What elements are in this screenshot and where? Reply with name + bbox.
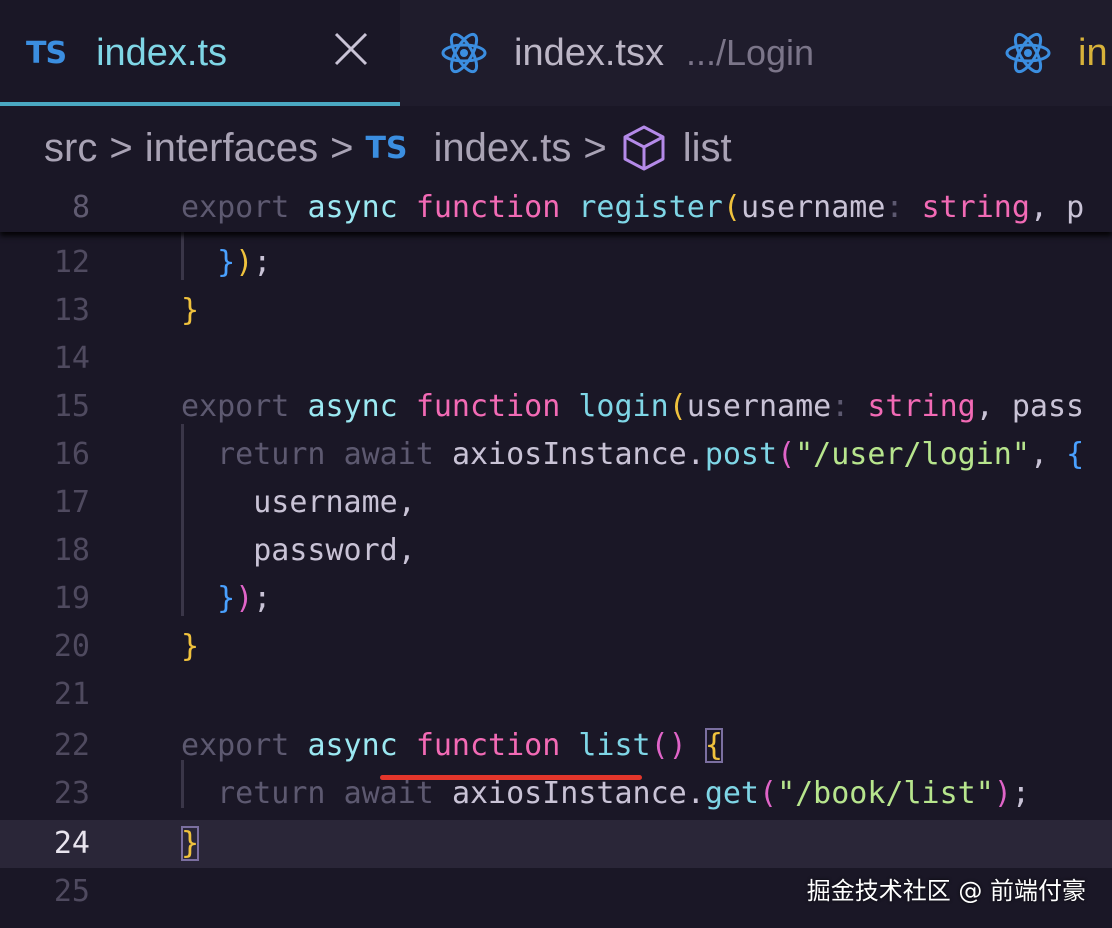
line-number: 13 [53,293,90,328]
code-row[interactable]: 14 [0,335,1112,383]
tab-description: .../Login [685,32,815,73]
code-row[interactable]: 17 username, [0,479,1112,527]
line-number: 16 [53,437,90,472]
annotation-underline [380,775,642,780]
close-icon[interactable] [330,28,372,70]
watermark: 掘金技术社区 @ 前端付豪 [806,877,1086,905]
code-line: export async function login(username: st… [181,389,1085,424]
typescript-icon: TS [365,130,408,166]
react-icon [1005,32,1051,74]
breadcrumb: src > interfaces > TS index.ts > list [44,120,732,176]
code-row[interactable]: 19 }); [0,575,1112,623]
tab-label: index.ts [96,31,228,74]
code-line: password, [253,533,416,568]
typescript-icon: TS [26,35,67,71]
code-line: }); [217,245,272,280]
tab-label: in [1078,31,1108,74]
tab-third[interactable]: in [1004,0,1108,106]
react-icon [441,32,487,74]
line-number: 8 [71,190,90,225]
code-row-current[interactable]: 24 } [0,820,1112,868]
line-number: 15 [53,389,90,424]
cube-icon [623,125,665,171]
tab-bar: TS index.ts index.tsx .../Login in [0,0,1112,106]
code-line: export async function register(username:… [181,190,1085,225]
code-line: } [181,293,200,328]
code-row[interactable]: 20 } [0,623,1112,671]
line-number: 18 [53,533,90,568]
line-number: 19 [53,581,90,616]
tab-label: index.tsx [514,31,664,74]
breadcrumb-item-interfaces[interactable]: interfaces [145,126,318,171]
code-row[interactable]: 18 password, [0,527,1112,575]
chevron-right-icon: > [583,125,607,170]
line-number: 20 [53,629,90,664]
code-line: export async function list() { [181,728,723,763]
code-line: } [181,826,200,861]
code-row[interactable]: 12 }); [0,239,1112,287]
code-row[interactable]: 15 export async function login(username:… [0,383,1112,431]
code-row[interactable]: 21 [0,671,1112,719]
breadcrumb-item-file[interactable]: index.ts [434,126,572,171]
sticky-scroll-line[interactable]: 8 export async function register(usernam… [0,184,1112,232]
code-row[interactable]: 22 export async function list() { [0,722,1112,770]
tab-index-tsx[interactable]: index.tsx .../Login [440,0,814,106]
code-line: } [181,629,200,664]
code-row[interactable]: 13 } [0,287,1112,335]
breadcrumb-item-src[interactable]: src [44,126,97,171]
code-line: return await axiosInstance.post("/user/l… [217,437,1085,472]
line-number: 25 [53,874,90,909]
line-number: 22 [53,728,90,763]
code-editor[interactable]: 8 export async function register(usernam… [0,184,1112,928]
line-number: 12 [53,245,90,280]
line-number: 24 [53,826,90,861]
code-line: username, [253,485,416,520]
line-number: 17 [53,485,90,520]
line-number: 21 [53,677,90,712]
code-row[interactable]: 16 return await axiosInstance.post("/use… [0,431,1112,479]
code-line: }); [217,581,272,616]
line-number: 23 [53,776,90,811]
tab-index-ts[interactable]: TS index.ts [0,0,400,106]
line-number: 14 [53,341,90,376]
chevron-right-icon: > [330,125,354,170]
chevron-right-icon: > [109,125,133,170]
breadcrumb-item-symbol[interactable]: list [683,126,732,171]
